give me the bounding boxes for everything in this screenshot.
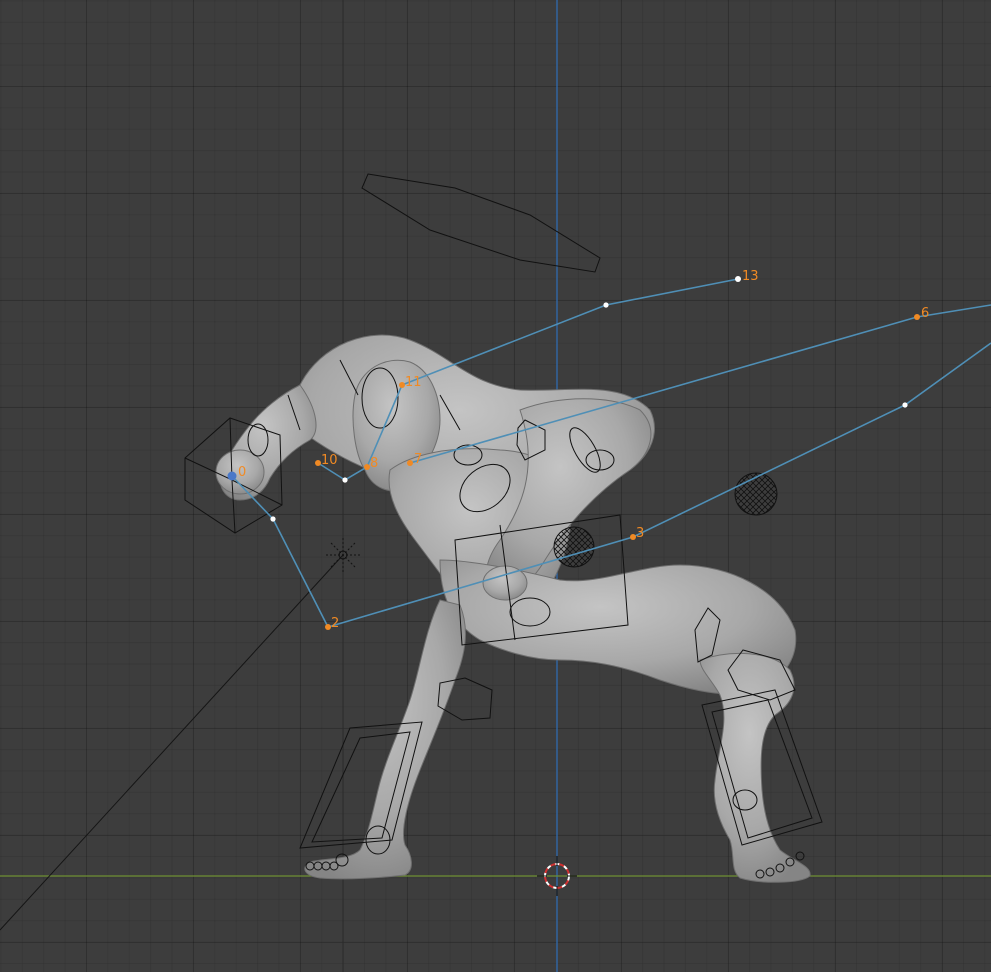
path-point-13[interactable] [735,276,741,282]
path-point-label-0: 0 [238,465,246,480]
empty-light[interactable] [326,538,360,572]
path-point-label-10: 10 [321,453,338,468]
path-point-label-8: 8 [370,456,378,471]
light-target-line [0,554,344,931]
path-point-7[interactable] [407,460,413,466]
character-mesh[interactable] [215,334,811,883]
halo-bone-shape [361,173,601,273]
path-point-label-7: 7 [414,452,422,467]
path-point-label-6: 6 [921,306,929,321]
path-point-label-3: 3 [636,526,644,541]
3d-viewport[interactable]: 0 2 3 6 7 8 10 11 13 [0,0,991,972]
path-point-6[interactable] [914,314,920,320]
path-point-label-11: 11 [405,375,422,390]
viewport-canvas[interactable]: 0 2 3 6 7 8 10 11 13 [0,0,991,972]
path-point-label-2: 2 [331,616,339,631]
active-path-point[interactable] [227,471,237,481]
path-point-label-13: 13 [742,269,759,284]
target-sphere-shape [734,472,778,516]
shoulder-sphere-shape [553,526,595,568]
